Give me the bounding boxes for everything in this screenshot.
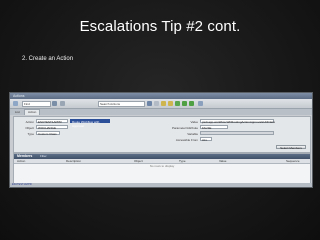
next-icon[interactable] xyxy=(168,101,173,106)
parameter-field[interactable]: FALSE xyxy=(200,125,228,130)
search-field[interactable]: Search Actions xyxy=(98,101,145,107)
filter-icon[interactable] xyxy=(60,101,65,106)
members-table: Members Filter Action Description Object… xyxy=(13,153,311,185)
column-type[interactable]: Type xyxy=(179,159,186,163)
find-field[interactable]: Find xyxy=(22,101,51,107)
route-icon[interactable] xyxy=(175,101,180,106)
toolbar: Find Search Actions xyxy=(10,99,312,109)
search-icon[interactable] xyxy=(52,101,57,106)
tab-list[interactable]: List xyxy=(12,110,23,115)
type-label: Type xyxy=(27,132,34,136)
parameter-label: Parameter/Attribute xyxy=(171,126,198,130)
help-icon[interactable] xyxy=(198,101,203,106)
tab-bar: List Action xyxy=(10,109,312,115)
accessible-from-field[interactable]: ALL xyxy=(200,137,212,142)
slide-subtitle: 2. Create an Action xyxy=(22,56,74,62)
back-arrow-icon[interactable] xyxy=(182,101,187,106)
column-object[interactable]: Object xyxy=(134,159,143,163)
object-label: Object xyxy=(25,126,34,130)
value-label: Value xyxy=(190,120,198,124)
tab-action[interactable]: Action xyxy=(24,109,41,115)
type-select[interactable]: Custom Class xyxy=(36,131,60,136)
empty-rows-message: No rows to display xyxy=(149,164,175,168)
select-members-button[interactable]: Select Members xyxy=(276,145,306,150)
column-sequence[interactable]: Sequence xyxy=(286,159,300,163)
variable-label: Variable xyxy=(187,132,198,136)
status-text: ESCTEST1APPR xyxy=(12,183,32,186)
variable-field[interactable] xyxy=(200,131,274,135)
save-icon[interactable] xyxy=(147,101,152,106)
column-action[interactable]: Action xyxy=(17,159,25,163)
clear-icon[interactable] xyxy=(154,101,159,106)
previous-icon[interactable] xyxy=(161,101,166,106)
object-field[interactable]: WOCHANGE xyxy=(36,125,68,130)
slide-title: Escalations Tip #2 cont. xyxy=(79,18,241,35)
status-bar: ESCTEST1APPR xyxy=(10,183,312,187)
forward-arrow-icon[interactable] xyxy=(189,101,194,106)
column-value[interactable]: Value xyxy=(219,159,226,163)
accessible-from-label: Accessible From xyxy=(175,138,198,142)
action-description-field[interactable]: Route Workflow with Approval xyxy=(70,119,110,128)
action-field[interactable]: ESCTEST1APPR xyxy=(36,119,68,124)
column-description[interactable]: Description xyxy=(66,159,81,163)
new-icon[interactable] xyxy=(13,101,18,106)
action-label: Action xyxy=(25,120,34,124)
value-field[interactable]: psdi.app.workflow.WFRoutingActionApprova… xyxy=(200,119,275,124)
maximo-screenshot: Actions Find Search Actions List Action … xyxy=(9,92,313,188)
action-form: Action ESCTEST1APPR Route Workflow with … xyxy=(13,116,311,153)
